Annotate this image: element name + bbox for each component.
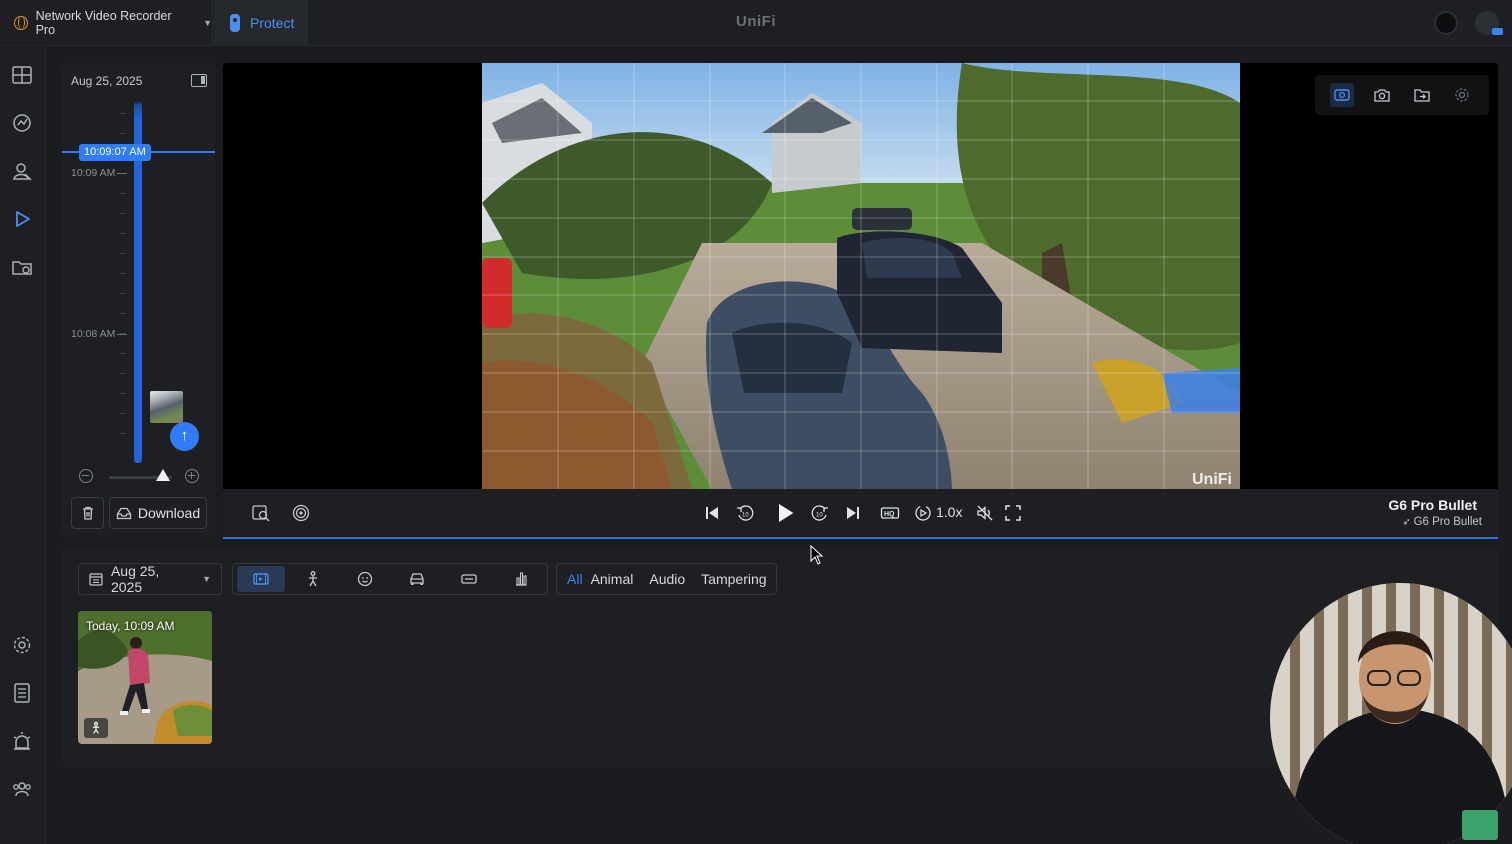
navigation-rail (0, 47, 46, 844)
top-bar: Network Video Recorder Pro ▼ Protect Uni… (0, 0, 1512, 46)
filter-person-icon[interactable] (289, 566, 337, 592)
camera-model: G6 Pro Bullet (1402, 516, 1482, 528)
protect-app-tab[interactable]: Protect (214, 0, 308, 46)
nav-exports-folder-icon[interactable] (10, 255, 34, 279)
filter-tampering[interactable]: Tampering (701, 571, 766, 587)
playback-controls: 10 10 HQ 1.0x G6 Pro Bullet G6 Pro Bulle… (223, 489, 1498, 539)
filter-animal[interactable]: Animal (591, 571, 634, 587)
filter-face-icon[interactable] (341, 566, 389, 592)
nav-recordings-play-icon[interactable] (10, 207, 34, 231)
delete-button[interactable] (71, 497, 104, 529)
events-date-picker[interactable]: Aug 25, 2025 ▼ (78, 563, 222, 595)
video-overlay-toolbar (1315, 75, 1489, 115)
search-clip-icon[interactable] (250, 502, 272, 524)
snapshot-camera-icon[interactable] (1370, 83, 1394, 107)
nav-logs-list-icon[interactable] (10, 681, 34, 705)
motion-zones-icon[interactable] (290, 502, 312, 524)
nav-alarm-manager-icon[interactable] (10, 111, 34, 135)
filter-audio[interactable]: Audio (649, 571, 685, 587)
events-date-label: Aug 25, 2025 (110, 563, 160, 595)
timeline-ticks (120, 113, 130, 453)
jump-to-live-arrow-up-icon[interactable]: ↑ (170, 422, 199, 451)
download-button[interactable]: Download (109, 497, 207, 529)
svg-text:10: 10 (816, 513, 823, 519)
chevron-down-icon: ▼ (203, 18, 212, 28)
camera-settings-gear-icon[interactable] (1450, 83, 1474, 107)
mute-speaker-icon[interactable] (974, 502, 996, 524)
nav-settings-gear-icon[interactable] (10, 633, 34, 657)
forward-10-icon[interactable]: 10 (809, 502, 831, 524)
play-button[interactable] (772, 500, 798, 526)
nav-dashboard-grid-icon[interactable] (10, 63, 34, 87)
nav-detections-icon[interactable] (10, 159, 34, 183)
zoom-in-icon[interactable] (185, 469, 199, 483)
panel-toggle-icon[interactable] (191, 74, 207, 87)
timeline-panel: Aug 25, 2025 10:09 AM 10:08 AM 10:09:07 … (62, 63, 215, 537)
filter-all-motion-icon[interactable] (237, 566, 285, 592)
skip-previous-icon[interactable] (701, 502, 723, 524)
playback-speed-value[interactable]: 1.0x (936, 504, 962, 520)
console-name: Network Video Recorder Pro (35, 9, 172, 37)
protect-app-label: Protect (250, 15, 295, 31)
filter-vehicle-icon[interactable] (393, 566, 441, 592)
rewind-10-icon[interactable]: 10 (734, 502, 756, 524)
export-folder-icon[interactable] (1410, 83, 1434, 107)
calendar-icon (89, 573, 103, 586)
nav-alarm-siren-icon[interactable] (10, 729, 34, 753)
protect-camera-icon (230, 14, 240, 32)
download-icon (116, 507, 132, 520)
skip-next-icon[interactable] (842, 502, 864, 524)
video-watermark: UniFi (1192, 471, 1232, 488)
event-card-time: Today, 10:09 AM (86, 619, 175, 633)
filter-audio-bars-icon[interactable] (497, 566, 545, 592)
mouse-cursor-icon (810, 545, 824, 565)
person-icon (84, 718, 108, 738)
playhead-time-badge: 10:09:07 AM (79, 144, 151, 161)
chevron-down-icon: ▼ (202, 574, 211, 584)
console-switcher[interactable]: Network Video Recorder Pro ▼ (0, 0, 213, 46)
event-type-filter (232, 563, 548, 595)
download-label: Download (137, 505, 201, 521)
zoom-out-icon[interactable] (79, 469, 93, 483)
playback-speed-icon[interactable] (912, 502, 934, 524)
channel-logo (1462, 810, 1498, 840)
svg-text:HQ: HQ (884, 511, 895, 518)
fullscreen-icon[interactable] (1002, 502, 1024, 524)
user-avatar[interactable] (1475, 11, 1503, 35)
hq-quality-icon[interactable]: HQ (879, 502, 901, 524)
trash-icon (82, 506, 93, 520)
driveway-scene (482, 63, 1240, 489)
timeline-event-thumbnail[interactable] (150, 391, 183, 423)
nav-users-icon[interactable] (10, 777, 34, 801)
zoom-slider-handle[interactable] (156, 469, 170, 481)
globe-icon (14, 16, 28, 30)
filter-all[interactable]: All (567, 571, 583, 587)
theme-toggle-icon[interactable] (1434, 11, 1458, 35)
timeline-label: 10:08 AM (71, 328, 127, 340)
filter-license-plate-icon[interactable] (445, 566, 493, 592)
event-card[interactable]: Today, 10:09 AM (78, 611, 212, 744)
svg-text:10: 10 (742, 513, 749, 519)
timeline-date: Aug 25, 2025 (71, 74, 143, 88)
event-category-filters: All Animal Audio Tampering (556, 563, 777, 595)
smart-detect-overlay-icon[interactable] (1330, 83, 1354, 107)
video-player[interactable]: UniFi (223, 63, 1498, 489)
camera-name: G6 Pro Bullet (1388, 497, 1477, 513)
camera-video-frame[interactable]: UniFi (482, 63, 1240, 489)
timeline-label: 10:09 AM (71, 167, 127, 179)
